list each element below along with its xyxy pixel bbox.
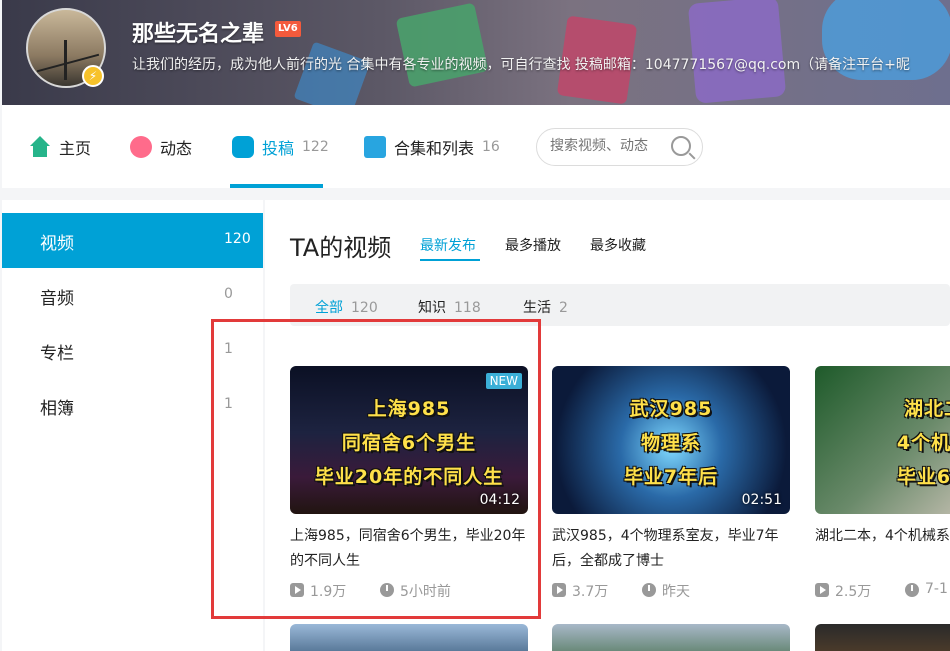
tab-label: 动态 — [160, 139, 193, 158]
publish-time: 昨天 — [662, 584, 690, 600]
tab-uploads[interactable]: 投稿 122 — [232, 135, 329, 159]
thumbnail-caption: 上海985 — [367, 398, 451, 420]
sidebar-item-articles[interactable]: 专栏 1 — [2, 323, 263, 378]
tab-label: 投稿 — [262, 139, 295, 158]
clock-icon — [642, 583, 656, 597]
video-title[interactable]: 上海985，同宿舍6个男生，毕业20年的不同人生 — [290, 524, 528, 574]
play-count: 3.7万 — [572, 584, 609, 600]
level-badge: LV6 — [275, 21, 301, 37]
video-thumbnail[interactable]: 湖北二 4个机械 毕业6年 — [815, 366, 950, 514]
thumbnail-caption: 4个机械 — [896, 432, 950, 454]
sidebar-item-album[interactable]: 相簿 1 — [2, 378, 263, 433]
play-count-icon — [552, 583, 566, 597]
active-tab-indicator — [230, 184, 323, 188]
tab-collections[interactable]: 合集和列表 16 — [364, 135, 500, 159]
sidebar-item-label: 相簿 — [40, 399, 74, 419]
tab-label: 主页 — [59, 139, 92, 158]
video-duration: 04:12 — [479, 492, 520, 508]
tab-home[interactable]: 主页 — [29, 135, 91, 159]
thumbnail-caption: 武汉985 — [629, 398, 713, 420]
sort-indicator — [420, 259, 480, 261]
filter-count: 118 — [454, 300, 481, 316]
filter-label: 知识 — [418, 300, 446, 316]
video-meta: 3.7万 昨天 — [552, 581, 790, 601]
banner-decoration — [687, 0, 787, 104]
filter-life[interactable]: 生活 2 — [523, 297, 568, 317]
video-duration: 02:51 — [741, 492, 782, 508]
sort-latest[interactable]: 最新发布 — [420, 235, 476, 255]
publish-time: 5小时前 — [400, 584, 451, 600]
flower-icon — [130, 136, 152, 158]
play-count-icon — [290, 583, 304, 597]
filter-knowledge[interactable]: 知识 118 — [418, 297, 481, 317]
video-meta: 2.5万 7-1 — [815, 581, 950, 601]
sidebar-item-count: 0 — [224, 286, 233, 302]
thumbnail-caption: 毕业7年后 — [623, 466, 719, 488]
username[interactable]: 那些无名之辈 — [132, 16, 264, 48]
video-thumbnail[interactable] — [552, 624, 790, 651]
lightning-icon: ⚡ — [82, 65, 104, 87]
space-page: ⚡ 那些无名之辈 LV6 让我们的经历，成为他人前行的光 合集中有各专业的视频，… — [0, 0, 950, 651]
clock-icon — [380, 583, 394, 597]
category-filter-bar: 全部 120 知识 118 生活 2 — [290, 284, 950, 326]
publish-time: 7-1 — [925, 581, 948, 597]
filter-all[interactable]: 全部 120 — [315, 297, 378, 317]
sidebar-item-label: 音频 — [40, 289, 74, 309]
tab-count: 16 — [482, 139, 500, 155]
sidebar-item-audio[interactable]: 音频 0 — [2, 268, 263, 323]
thumbnail-caption: 湖北二 — [903, 398, 950, 420]
search-icon[interactable] — [671, 136, 691, 156]
sidebar-item-label: 视频 — [40, 234, 74, 254]
sort-most-played[interactable]: 最多播放 — [505, 235, 561, 255]
sidebar-item-label: 专栏 — [40, 344, 74, 364]
filter-count: 120 — [351, 300, 378, 316]
play-count-icon — [815, 583, 829, 597]
tab-label: 合集和列表 — [394, 139, 475, 158]
play-count: 1.9万 — [310, 584, 347, 600]
sidebar: 视频 120 音频 0 专栏 1 相簿 1 — [2, 200, 263, 651]
video-title[interactable]: 湖北二本，4个机械系 — [815, 524, 950, 574]
tab-count: 122 — [302, 139, 329, 155]
banner-decoration — [395, 2, 489, 88]
page-title: TA的视频 — [290, 234, 392, 262]
video-title[interactable]: 武汉985，4个物理系室友，毕业7年后，全都成了博士 — [552, 524, 790, 574]
playlist-icon — [364, 136, 386, 158]
sidebar-item-video[interactable]: 视频 120 — [2, 213, 263, 268]
profile-banner: ⚡ 那些无名之辈 LV6 让我们的经历，成为他人前行的光 合集中有各专业的视频，… — [2, 0, 950, 105]
filter-label: 全部 — [315, 300, 343, 316]
video-thumbnail[interactable]: 武汉985 物理系 毕业7年后 02:51 — [552, 366, 790, 514]
space-nav: 主页 动态 投稿 122 合集和列表 16 — [2, 105, 950, 188]
new-badge: NEW — [485, 373, 522, 389]
home-icon — [29, 136, 51, 158]
video-card[interactable]: 武汉985 物理系 毕业7年后 02:51 武汉985，4个物理系室友，毕业7年… — [552, 366, 790, 601]
video-thumbnail[interactable] — [815, 624, 950, 651]
tv-icon — [232, 136, 254, 158]
avatar-pole — [64, 40, 67, 80]
video-meta: 1.9万 5小时前 — [290, 581, 528, 601]
video-card[interactable]: 湖北二 4个机械 毕业6年 湖北二本，4个机械系 2.5万 7-1 — [815, 366, 950, 601]
user-bio: 让我们的经历，成为他人前行的光 合集中有各专业的视频，可自行查找 投稿邮箱：10… — [132, 57, 910, 73]
clock-icon — [905, 583, 919, 597]
thumbnail-caption: 同宿舍6个男生 — [341, 432, 477, 454]
thumbnail-caption: 物理系 — [640, 432, 701, 454]
search-input[interactable] — [550, 137, 670, 153]
thumbnail-caption: 毕业20年的不同人生 — [314, 466, 504, 488]
search-box[interactable] — [536, 128, 703, 166]
tab-dynamic[interactable]: 动态 — [130, 135, 192, 159]
video-thumbnail[interactable] — [290, 624, 528, 651]
sidebar-item-count: 120 — [224, 231, 251, 247]
video-card[interactable]: 上海985 同宿舍6个男生 毕业20年的不同人生 NEW 04:12 上海985… — [290, 366, 528, 601]
play-count: 2.5万 — [835, 584, 872, 600]
main-content: TA的视频 最新发布 最多播放 最多收藏 全部 120 知识 118 生活 2 上海9… — [265, 200, 950, 651]
sidebar-item-count: 1 — [224, 396, 233, 412]
video-thumbnail[interactable]: 上海985 同宿舍6个男生 毕业20年的不同人生 NEW 04:12 — [290, 366, 528, 514]
filter-count: 2 — [559, 300, 568, 316]
sidebar-item-count: 1 — [224, 341, 233, 357]
sort-most-favorited[interactable]: 最多收藏 — [590, 235, 646, 255]
filter-label: 生活 — [523, 300, 551, 316]
thumbnail-caption: 毕业6年 — [896, 466, 950, 488]
